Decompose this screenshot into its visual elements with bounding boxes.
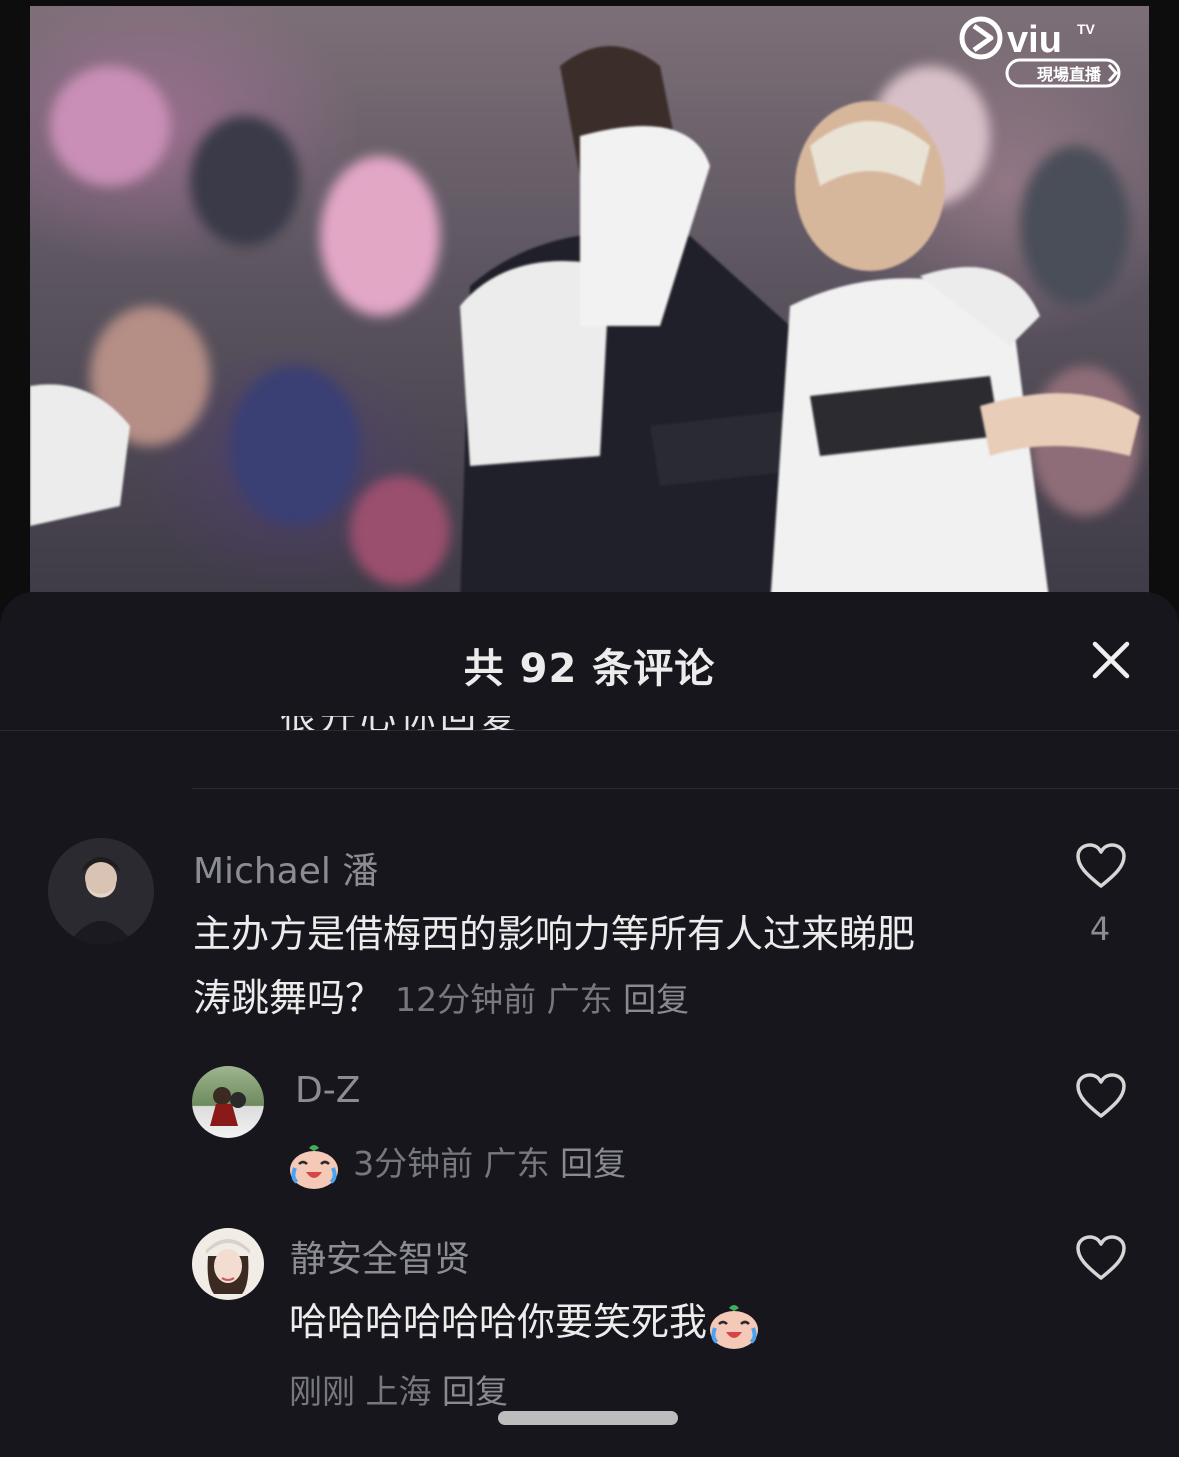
comment-username[interactable]: Michael 潘 bbox=[193, 842, 378, 894]
previous-comment-text: 很开心你回复 bbox=[280, 716, 550, 730]
like-heart-icon[interactable] bbox=[1074, 842, 1128, 890]
screen: viu TV 現場直播 共 92 条评论 很开心你回复 bbox=[0, 0, 1179, 1457]
cry-laugh-emoji-icon bbox=[290, 1144, 338, 1189]
comment-location: 广东 bbox=[546, 980, 613, 1019]
comment-username[interactable]: 静安全智贤 bbox=[290, 1230, 470, 1282]
comment-username[interactable]: D-Z bbox=[295, 1070, 360, 1111]
cry-laugh-emoji-icon bbox=[710, 1304, 759, 1349]
comment-text-line2-body: 涛跳舞吗？ bbox=[193, 976, 384, 1020]
avatar[interactable] bbox=[48, 838, 154, 944]
avatar-figure bbox=[68, 857, 134, 944]
comment-location: 广东 bbox=[483, 1144, 550, 1183]
avatar[interactable] bbox=[192, 1066, 264, 1138]
home-indicator[interactable] bbox=[498, 1411, 678, 1425]
like-count: 4 bbox=[1089, 910, 1111, 948]
comment-meta: 12分钟前 广东 回复 bbox=[395, 980, 689, 1019]
comment-text-line1: 主办方是借梅西的影响力等所有人过来睇肥 bbox=[193, 912, 916, 956]
reply-button[interactable]: 回复 bbox=[623, 980, 689, 1019]
reply-button[interactable]: 回复 bbox=[442, 1372, 508, 1411]
comment-text: 主办方是借梅西的影响力等所有人过来睇肥 涛跳舞吗？ 12分钟前 广东 回复 bbox=[193, 902, 915, 1032]
comment-text: 哈哈哈哈哈哈你要笑死我 bbox=[289, 1290, 761, 1354]
crowd-blur bbox=[320, 156, 440, 316]
comment-meta-row: 刚刚 上海 回复 bbox=[289, 1358, 508, 1424]
viutv-logo-text: viu bbox=[1007, 19, 1062, 61]
avatar-figure bbox=[206, 1239, 250, 1294]
comment-meta: 3分钟前 广东 回复 bbox=[353, 1144, 626, 1183]
crowd-blur bbox=[50, 66, 170, 186]
divider bbox=[192, 788, 1179, 789]
video-player[interactable]: viu TV 現場直播 bbox=[30, 6, 1149, 606]
comment-text-line2: 涛跳舞吗？ 12分钟前 广东 回复 bbox=[193, 966, 915, 1032]
crowd-blur bbox=[230, 366, 360, 526]
performer-edge bbox=[30, 384, 130, 526]
comment-text-body: 哈哈哈哈哈哈你要笑死我 bbox=[289, 1300, 708, 1344]
crowd-blur bbox=[190, 116, 300, 246]
comment-time: 刚刚 bbox=[289, 1372, 355, 1411]
viutv-logo-sup: TV bbox=[1077, 21, 1096, 37]
comments-sheet: 共 92 条评论 很开心你回复 Michael 潘 主办方是借梅西的影响力等所有… bbox=[0, 592, 1179, 1457]
comment-time: 3分钟前 bbox=[353, 1144, 474, 1183]
like-heart-icon[interactable] bbox=[1074, 1072, 1128, 1120]
avatar-figure bbox=[210, 1087, 246, 1126]
like-heart-icon[interactable] bbox=[1074, 1234, 1128, 1282]
comment-location: 上海 bbox=[365, 1372, 432, 1411]
sheet-header: 共 92 条评论 很开心你回复 bbox=[0, 592, 1179, 731]
live-badge-label: 現場直播 bbox=[1036, 65, 1101, 84]
comment-time: 12分钟前 bbox=[395, 980, 537, 1019]
close-icon[interactable] bbox=[1091, 640, 1131, 680]
reply-button[interactable]: 回复 bbox=[560, 1144, 626, 1183]
avatar[interactable] bbox=[192, 1228, 264, 1300]
comments-count-title: 共 92 条评论 bbox=[463, 646, 716, 692]
performer-right bbox=[770, 101, 1140, 606]
comment-text: 3分钟前 广东 回复 bbox=[287, 1130, 626, 1196]
comment-meta: 刚刚 上海 回复 bbox=[289, 1372, 508, 1411]
previous-comment-clipped: 很开心你回复 bbox=[280, 716, 550, 730]
